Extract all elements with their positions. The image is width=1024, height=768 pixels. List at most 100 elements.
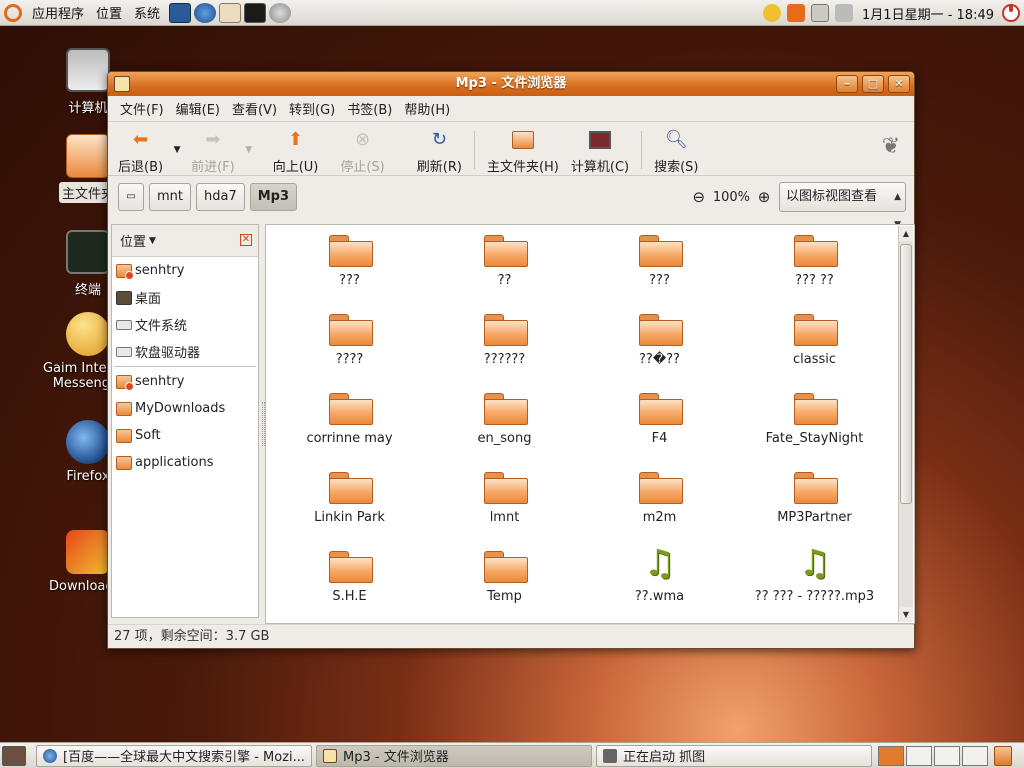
menu-view[interactable]: 查看(V) (226, 99, 283, 118)
menubar: 文件(F) 编辑(E) 查看(V) 转到(G) 书签(B) 帮助(H) (108, 96, 914, 122)
breadcrumb-root-drive[interactable]: ▭ (118, 183, 144, 211)
workspace-1[interactable] (878, 745, 904, 766)
ubuntu-logo-icon[interactable] (4, 3, 22, 22)
side-pane-selector[interactable]: 位置 (120, 231, 146, 250)
menu-edit[interactable]: 编辑(E) (170, 99, 226, 118)
folder-item[interactable]: ??�?? (582, 304, 737, 383)
terminal-icon[interactable] (244, 2, 267, 23)
breadcrumb-mp3[interactable]: Mp3 (249, 183, 298, 211)
folder-item[interactable]: corrinne may (272, 383, 427, 462)
zoom-in-icon[interactable]: ⊕ (754, 188, 774, 206)
bookmark-mydownloads[interactable]: MyDownloads (112, 395, 258, 422)
menu-file[interactable]: 文件(F) (114, 99, 170, 118)
view-mode-select[interactable]: 以图标视图查看 ▲▼ (779, 182, 906, 230)
menu-applications[interactable]: 应用程序 (26, 3, 90, 22)
folder-item[interactable]: ??? ?? (737, 225, 892, 304)
workspace-2[interactable] (906, 745, 932, 766)
menu-help[interactable]: 帮助(H) (398, 99, 456, 118)
home-button[interactable]: 主文件夹(H) (481, 125, 565, 175)
zoom-out-icon[interactable]: ⊖ (689, 188, 709, 206)
close-button[interactable]: ✕ (888, 75, 910, 93)
show-desktop-icon[interactable] (2, 745, 26, 766)
search-icon: 🔍︎ (664, 129, 688, 150)
network-icon[interactable] (811, 4, 830, 22)
status-bar: 27 项，剩余空间：3.7 GB (108, 624, 914, 648)
computer-icon (588, 129, 611, 150)
folder-item[interactable]: classic (737, 304, 892, 383)
bookmark-home[interactable]: senhtry (112, 368, 258, 395)
home-folder-icon (116, 263, 134, 280)
breadcrumb-mnt[interactable]: mnt (149, 183, 191, 211)
place-floppy[interactable]: 软盘驱动器 (112, 338, 258, 365)
reload-button[interactable]: ↻ 刷新(R) (411, 125, 468, 175)
menu-go[interactable]: 转到(G) (283, 99, 341, 118)
place-home[interactable]: senhtry (112, 257, 258, 284)
place-desktop[interactable]: 桌面 (112, 284, 258, 311)
folder-icon (793, 472, 838, 504)
audio-file-item[interactable]: ♫ ?? ??? - ?????.mp3 (737, 541, 892, 620)
user-switch-icon[interactable] (763, 4, 782, 22)
folder-item[interactable]: S.H.E (272, 541, 427, 620)
folder-item[interactable]: MP3Partner (737, 462, 892, 541)
update-notifier-icon[interactable] (787, 4, 806, 22)
maximize-button[interactable]: □ (862, 75, 884, 93)
side-pane-close-icon[interactable]: ✕ (240, 234, 252, 246)
folder-item[interactable]: ?????? (427, 304, 582, 383)
system-monitor-icon[interactable] (169, 2, 192, 23)
file-name-label: F4 (651, 431, 668, 446)
window-titlebar[interactable]: Mp3 - 文件浏览器 – □ ✕ (108, 72, 914, 96)
folder-item[interactable]: m2m (582, 462, 737, 541)
zoom-level[interactable]: 100% (709, 190, 754, 205)
trash-icon[interactable] (994, 745, 1012, 766)
forward-button[interactable]: ➡ 前进(F) (185, 125, 241, 175)
bookmark-soft[interactable]: Soft (112, 422, 258, 449)
menu-places[interactable]: 位置 (90, 3, 128, 22)
folder-item[interactable]: F4 (582, 383, 737, 462)
vertical-scrollbar[interactable]: ▲ ▼ (898, 226, 913, 622)
back-history-dropdown[interactable]: ▼ (169, 125, 185, 175)
stop-icon: ⊗ (355, 129, 371, 150)
scrollbar-thumb[interactable] (900, 244, 912, 504)
mail-icon[interactable] (219, 2, 242, 23)
workspace-4[interactable] (962, 745, 988, 766)
folder-item[interactable]: ???? (272, 304, 427, 383)
forward-history-dropdown[interactable]: ▼ (241, 125, 257, 175)
divider (114, 366, 256, 367)
settings-icon[interactable] (269, 2, 292, 23)
folder-item[interactable]: ??? (272, 225, 427, 304)
power-icon[interactable] (1002, 4, 1020, 22)
menu-bookmarks[interactable]: 书签(B) (341, 99, 398, 118)
bookmark-applications[interactable]: applications (112, 449, 258, 476)
menu-system[interactable]: 系统 (128, 3, 166, 22)
workspace-3[interactable] (934, 745, 960, 766)
folder-item[interactable]: ??? (582, 225, 737, 304)
minimize-button[interactable]: – (836, 75, 858, 93)
folder-item[interactable]: Fate_StayNight (737, 383, 892, 462)
file-name-label: Fate_StayNight (765, 431, 864, 446)
back-button[interactable]: ⬅ 后退(B) (112, 125, 169, 175)
folder-item[interactable]: en_song (427, 383, 582, 462)
search-button[interactable]: 🔍︎ 搜索(S) (648, 125, 704, 175)
folder-icon (323, 748, 337, 763)
folder-item[interactable]: ?? (427, 225, 582, 304)
up-button[interactable]: ⬆ 向上(U) (267, 125, 325, 175)
scroll-down-icon[interactable]: ▼ (899, 607, 913, 622)
folder-icon (328, 551, 373, 583)
chevron-down-icon[interactable]: ▼ (149, 236, 156, 246)
folder-item[interactable]: Linkin Park (272, 462, 427, 541)
stop-button[interactable]: ⊗ 停止(S) (334, 125, 390, 175)
clock[interactable]: 1月1日星期一 - 18:49 (856, 4, 1000, 23)
folder-item[interactable]: Temp (427, 541, 582, 620)
task-firefox[interactable]: [百度——全球最大中文搜索引擎 - Mozi... (36, 744, 312, 767)
folder-item[interactable]: lmnt (427, 462, 582, 541)
task-screenshot[interactable]: 正在启动 抓图 (596, 744, 872, 767)
task-file-browser[interactable]: Mp3 - 文件浏览器 (316, 744, 592, 767)
firefox-icon[interactable] (194, 2, 217, 23)
scroll-up-icon[interactable]: ▲ (899, 226, 913, 241)
place-filesystem[interactable]: 文件系统 (112, 311, 258, 338)
breadcrumb-hda7[interactable]: hda7 (196, 183, 245, 211)
window-menu-icon[interactable] (114, 76, 130, 92)
audio-file-item[interactable]: ♫ ??.wma (582, 541, 737, 620)
volume-icon[interactable] (835, 4, 854, 22)
computer-button[interactable]: 计算机(C) (565, 125, 635, 175)
